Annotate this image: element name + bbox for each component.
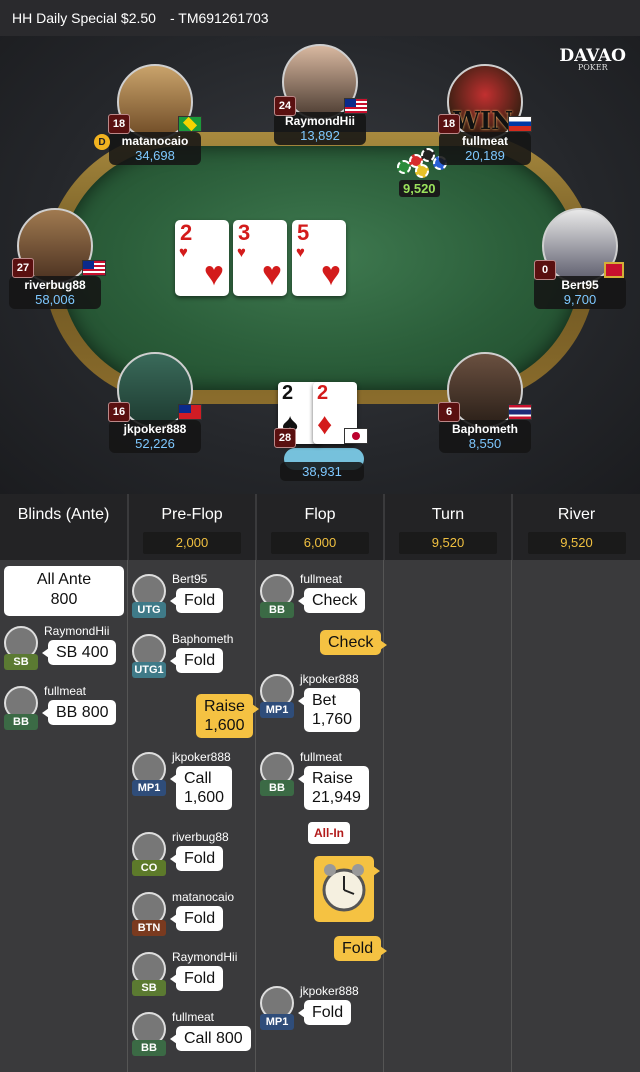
action-bubble: Bet 1,760 — [297, 688, 361, 732]
hand-history-panel: Blinds (Ante) Pre-Flop 2,000 Flop 6,000 Tu… — [0, 494, 640, 1072]
seat-raymondhii[interactable]: RaymondHii 13,892 — [265, 44, 375, 145]
position-badge: SB — [4, 654, 38, 670]
hero-level-badge: 28 — [274, 428, 296, 448]
action-bubble: Fold — [297, 1000, 352, 1025]
malaysia-flag-icon — [344, 98, 368, 114]
player-stack: 8,550 — [468, 436, 502, 451]
player-stack: 34,698 — [135, 148, 175, 163]
russia-flag-icon — [508, 116, 532, 132]
column-header-river: River 9,520 — [513, 494, 640, 560]
column-river — [512, 560, 640, 1072]
brand-logo: DAVAO POKER — [559, 46, 626, 72]
level-badge: 6 — [438, 402, 460, 422]
all-in-badge: All-In — [308, 822, 350, 844]
taiwan-flag-icon — [178, 404, 202, 420]
player-stack: 52,226 — [135, 436, 175, 451]
column-header-turn: Turn 9,520 — [385, 494, 511, 560]
poker-table-area: O DAVAO POKER 9,520 2♥♥ 3♥♥ 5♥♥ — [0, 36, 640, 494]
seat-bert95[interactable]: Bert95 9,700 — [525, 208, 635, 309]
level-badge: 27 — [12, 258, 34, 278]
player-stack: 20,189 — [465, 148, 505, 163]
board-card-3: 5 ♥ ♥ — [292, 220, 346, 296]
japan-flag-icon — [344, 428, 368, 444]
player-name: fullmeat — [461, 134, 508, 148]
player-stack: 58,006 — [35, 292, 75, 307]
level-badge: 24 — [274, 96, 296, 116]
player-name: jkpoker888 — [123, 422, 187, 436]
action-bubble: Call 800 — [170, 1026, 251, 1051]
board-card-1: 2 ♥ ♥ — [175, 220, 229, 296]
column-turn — [384, 560, 512, 1072]
level-badge: 16 — [108, 402, 130, 422]
column-header-flop: Flop 6,000 — [257, 494, 383, 560]
thailand-flag-icon — [508, 404, 532, 420]
action-player-name: fullmeat — [44, 684, 87, 698]
action-player-name: RaymondHii — [44, 624, 110, 638]
action-bubble: Fold — [169, 846, 224, 871]
level-badge: 0 — [534, 260, 556, 280]
malaysia-flag-icon — [82, 260, 106, 276]
player-name: Bert95 — [561, 278, 599, 292]
brazil-flag-icon — [178, 116, 202, 132]
timeout-alarm-clock-icon — [314, 856, 380, 922]
position-badge: BB — [4, 714, 38, 730]
player-stack: 9,700 — [563, 292, 597, 307]
column-header-preflop: Pre-Flop 2,000 — [129, 494, 255, 560]
action-bubble: Call 1,600 — [169, 766, 233, 810]
action-bubble: Check — [297, 588, 366, 613]
action-bubble: Fold — [169, 588, 224, 613]
player-name: Baphometh — [452, 422, 518, 436]
hero-stack: 38,931 — [280, 462, 364, 481]
header-bar: HH Daily Special $2.50 - TM691261703 — [0, 0, 640, 36]
montenegro-flag-icon — [604, 262, 624, 278]
hero-action-bubble: Fold — [334, 936, 388, 961]
pot-amount: 9,520 — [399, 180, 440, 197]
dealer-button: D — [94, 134, 110, 150]
win-banner: WIN — [453, 106, 514, 135]
hero-action-bubble: Check — [320, 630, 388, 655]
tournament-title: HH Daily Special $2.50 — [12, 10, 156, 26]
player-name: RaymondHii — [284, 114, 355, 128]
player-name: matanocaio — [121, 134, 189, 148]
action-bubble: Fold — [169, 648, 224, 673]
player-name: riverbug88 — [24, 278, 86, 292]
action-bubble: SB 400 — [41, 640, 117, 665]
action-bubble: BB 800 — [41, 700, 117, 725]
ante-box: All Ante 800 — [4, 566, 124, 616]
player-stack: 13,892 — [300, 128, 340, 143]
column-header-blinds: Blinds (Ante) — [0, 494, 127, 560]
hero-action-bubble: Raise 1,600 — [196, 694, 259, 738]
action-bubble: Fold — [169, 906, 224, 931]
action-bubble: Fold — [169, 966, 224, 991]
board-card-2: 3 ♥ ♥ — [233, 220, 287, 296]
action-bubble: Raise 21,949 — [298, 766, 369, 810]
tournament-id: - TM691261703 — [169, 10, 269, 26]
level-badge: 18 — [438, 114, 460, 134]
level-badge: 18 — [108, 114, 130, 134]
